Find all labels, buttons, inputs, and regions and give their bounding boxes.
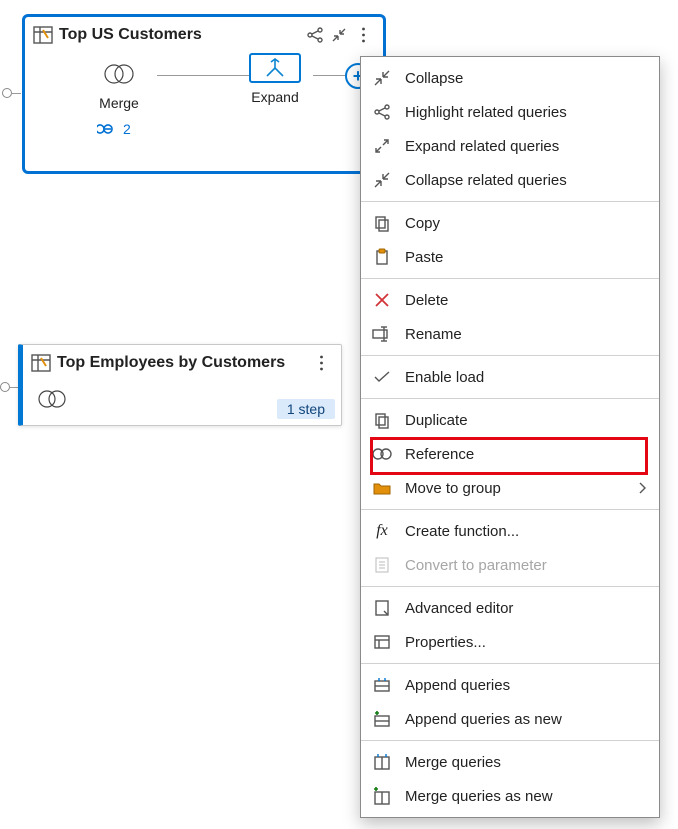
menu-item-reference[interactable]: Reference [361,437,659,471]
copy-icon [371,212,393,234]
card-title: Top US Customers [33,26,303,44]
card-header: Top US Customers [25,17,383,51]
step-expand-node[interactable]: Expand [237,53,313,105]
checkmark-icon [371,366,393,388]
menu-item-label: Paste [405,249,647,266]
menu-item-append-queries[interactable]: Append queries [361,668,659,702]
menu-item-label: Merge queries [405,754,647,771]
card-title: Top Employees by Customers [31,354,309,372]
duplicate-icon [371,409,393,431]
properties-icon [371,631,393,653]
expand-icon [249,53,301,83]
step-label: Merge [81,95,157,111]
menu-item-label: Delete [405,292,647,309]
more-options-icon[interactable] [309,351,333,375]
menu-item-expand-related[interactable]: Expand related queries [361,129,659,163]
table-icon [33,26,53,44]
share-icon[interactable] [303,23,327,47]
collapse-icon [371,67,393,89]
parameter-icon [371,554,393,576]
menu-separator [361,509,659,510]
card-flow: Merge Expand + 2 [25,51,383,161]
connector-line [11,93,21,94]
step-merge-node[interactable]: Merge [81,59,157,111]
append-queries-icon [371,674,393,696]
menu-item-delete[interactable]: Delete [361,283,659,317]
merge-icon [37,389,67,409]
menu-item-rename[interactable]: Rename [361,317,659,351]
menu-item-label: Highlight related queries [405,104,647,121]
expand-related-icon [371,135,393,157]
menu-item-collapse[interactable]: Collapse [361,61,659,95]
menu-item-label: Properties... [405,634,647,651]
menu-item-label: Expand related queries [405,138,647,155]
link-icon [97,122,119,136]
card-header: Top Employees by Customers [23,345,341,379]
paste-icon [371,246,393,268]
context-menu: Collapse Highlight related queries Expan… [360,56,660,818]
query-card-top-employees[interactable]: Top Employees by Customers 1 step [18,344,342,426]
merge-queries-new-icon [371,785,393,807]
menu-item-collapse-related[interactable]: Collapse related queries [361,163,659,197]
menu-item-copy[interactable]: Copy [361,206,659,240]
rename-icon [371,323,393,345]
menu-item-merge-queries[interactable]: Merge queries [361,745,659,779]
collapse-related-icon [371,169,393,191]
menu-item-label: Convert to parameter [405,557,647,574]
more-options-icon[interactable] [351,23,375,47]
menu-item-merge-queries-new[interactable]: Merge queries as new [361,779,659,813]
linked-queries-count[interactable]: 2 [97,121,131,137]
link-count-text: 2 [123,121,131,137]
merge-queries-icon [371,751,393,773]
menu-item-label: Append queries [405,677,647,694]
flow-line [313,75,345,76]
menu-item-highlight-related[interactable]: Highlight related queries [361,95,659,129]
menu-separator [361,355,659,356]
menu-item-properties[interactable]: Properties... [361,625,659,659]
reference-icon [371,443,393,465]
menu-separator [361,740,659,741]
function-icon: fx [371,520,393,542]
menu-separator [361,398,659,399]
delete-icon [371,289,393,311]
menu-item-advanced-editor[interactable]: Advanced editor [361,591,659,625]
card-title-text: Top US Customers [59,26,202,44]
menu-item-label: Enable load [405,369,647,386]
menu-item-paste[interactable]: Paste [361,240,659,274]
menu-item-label: Collapse [405,70,647,87]
menu-item-label: Append queries as new [405,711,647,728]
menu-item-create-function[interactable]: fx Create function... [361,514,659,548]
menu-item-label: Copy [405,215,647,232]
collapse-icon[interactable] [327,23,351,47]
merge-icon [93,59,145,89]
step-count-badge: 1 step [277,399,335,419]
folder-icon [371,477,393,499]
card-title-text: Top Employees by Customers [57,354,285,372]
menu-separator [361,663,659,664]
menu-separator [361,586,659,587]
menu-item-label: Rename [405,326,647,343]
query-card-top-us-customers[interactable]: Top US Customers Merge Expand + [22,14,386,174]
menu-item-label: Advanced editor [405,600,647,617]
menu-item-label: Reference [405,446,647,463]
menu-item-move-to-group[interactable]: Move to group [361,471,659,505]
menu-separator [361,201,659,202]
menu-item-label: Merge queries as new [405,788,647,805]
menu-item-duplicate[interactable]: Duplicate [361,403,659,437]
append-queries-new-icon [371,708,393,730]
menu-item-label: Create function... [405,523,647,540]
highlight-related-icon [371,101,393,123]
table-icon [31,354,51,372]
menu-item-label: Move to group [405,480,627,497]
menu-separator [361,278,659,279]
menu-item-label: Duplicate [405,412,647,429]
menu-item-label: Collapse related queries [405,172,647,189]
step-label: Expand [237,89,313,105]
menu-item-enable-load[interactable]: Enable load [361,360,659,394]
menu-item-convert-to-parameter: Convert to parameter [361,548,659,582]
menu-item-append-queries-new[interactable]: Append queries as new [361,702,659,736]
chevron-right-icon [639,482,647,494]
advanced-editor-icon [371,597,393,619]
